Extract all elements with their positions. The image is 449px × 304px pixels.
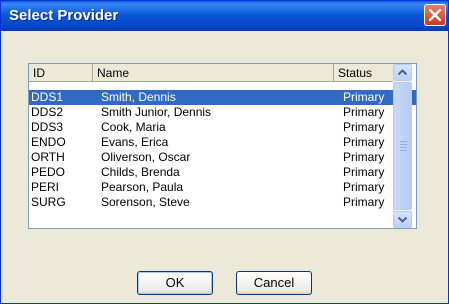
select-provider-dialog: Select Provider ID Name Status DDS1 Smit… <box>0 0 449 304</box>
row-name: Cook, Maria <box>101 120 166 134</box>
row-name: Sorenson, Steve <box>101 195 190 209</box>
scroll-thumb[interactable] <box>393 82 412 210</box>
row-status: Primary <box>343 195 385 209</box>
close-icon <box>429 9 441 21</box>
vertical-scrollbar[interactable] <box>393 64 412 228</box>
thumb-grip <box>400 150 407 151</box>
row-name: Oliverson, Oscar <box>101 150 191 164</box>
list-item[interactable]: ENDO Evans, Erica Primary <box>29 135 416 150</box>
column-header-id[interactable]: ID <box>29 64 93 82</box>
title-bar[interactable]: Select Provider <box>1 1 448 31</box>
row-status: Primary <box>343 120 385 134</box>
row-id: DDS2 <box>31 105 64 119</box>
row-name: Smith Junior, Dennis <box>101 105 212 119</box>
row-id: SURG <box>31 195 66 209</box>
column-header-status[interactable]: Status <box>334 64 394 82</box>
row-status: Primary <box>343 135 385 149</box>
list-item[interactable]: DDS2 Smith Junior, Dennis Primary <box>29 105 416 120</box>
scroll-down-button[interactable] <box>393 211 412 228</box>
thumb-grip <box>400 144 407 145</box>
window-title: Select Provider <box>9 7 119 24</box>
row-name: Pearson, Paula <box>101 180 184 194</box>
ok-button[interactable]: OK <box>137 271 213 295</box>
row-status: Primary <box>343 180 385 194</box>
cancel-button[interactable]: Cancel <box>236 271 312 295</box>
row-status: Primary <box>343 165 385 179</box>
arrow-down-icon <box>397 216 408 223</box>
row-id: PEDO <box>31 165 66 179</box>
list-header: ID Name Status <box>29 64 416 83</box>
column-header-name[interactable]: Name <box>93 64 334 82</box>
thumb-grip <box>400 141 407 142</box>
row-id: DDS3 <box>31 120 64 134</box>
provider-list[interactable]: ID Name Status DDS1 Smith, Dennis Primar… <box>28 63 417 229</box>
close-button[interactable] <box>424 4 446 26</box>
row-status: Primary <box>343 105 385 119</box>
row-id: ENDO <box>31 135 66 149</box>
list-item[interactable]: ORTH Oliverson, Oscar Primary <box>29 150 416 165</box>
row-id: ORTH <box>31 150 65 164</box>
list-item[interactable]: SURG Sorenson, Steve Primary <box>29 195 416 210</box>
arrow-up-icon <box>397 69 408 76</box>
list-item[interactable]: DDS1 Smith, Dennis Primary <box>29 90 416 105</box>
thumb-grip <box>400 147 407 148</box>
scroll-up-button[interactable] <box>393 64 412 81</box>
row-name: Evans, Erica <box>101 135 169 149</box>
row-name: Childs, Brenda <box>101 165 180 179</box>
list-item[interactable]: PEDO Childs, Brenda Primary <box>29 165 416 180</box>
list-item[interactable]: PERI Pearson, Paula Primary <box>29 180 416 195</box>
row-id: PERI <box>31 180 60 194</box>
row-status: Primary <box>343 90 385 104</box>
row-status: Primary <box>343 150 385 164</box>
row-name: Smith, Dennis <box>101 90 176 104</box>
list-item[interactable]: DDS3 Cook, Maria Primary <box>29 120 416 135</box>
row-id: DDS1 <box>31 90 64 104</box>
